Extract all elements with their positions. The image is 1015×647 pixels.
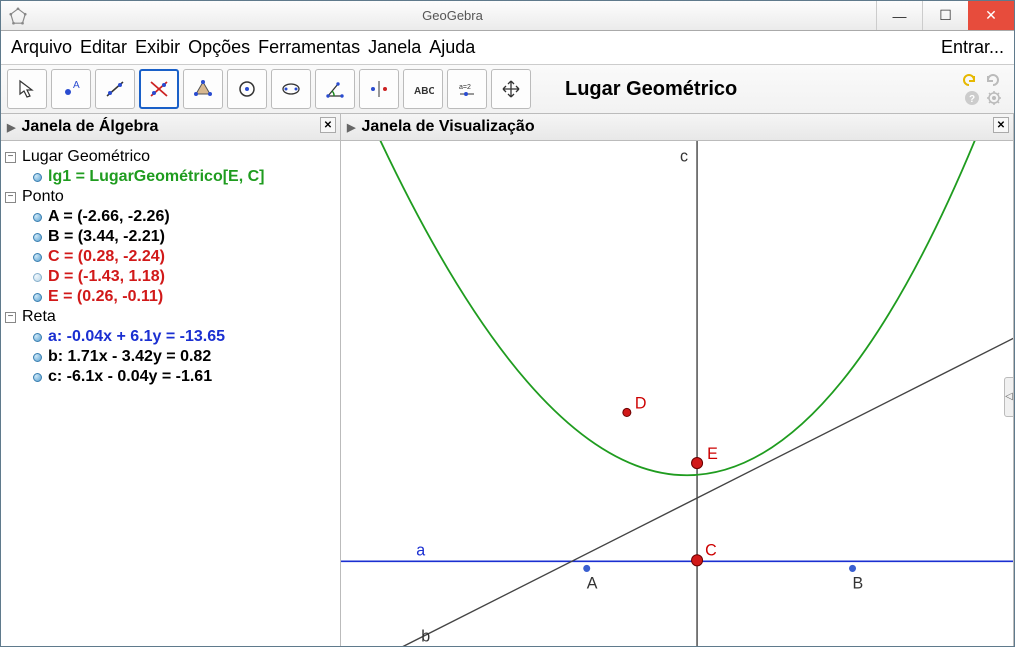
window-buttons: — ☐ ✕ bbox=[876, 1, 1014, 30]
item-c[interactable]: c: -6.1x - 0.04y = -1.61 bbox=[5, 367, 336, 387]
tool-move-view[interactable] bbox=[491, 69, 531, 109]
close-button[interactable]: ✕ bbox=[968, 1, 1014, 30]
item-E[interactable]: E = (0.26, -0.11) bbox=[5, 287, 336, 307]
menu-help[interactable]: Ajuda bbox=[429, 37, 475, 58]
window-title: GeoGebra bbox=[29, 8, 876, 23]
label-C: C bbox=[705, 541, 717, 559]
settings-icon[interactable] bbox=[986, 90, 1002, 106]
side-handle[interactable]: ◁ bbox=[1004, 377, 1014, 417]
tool-special-line[interactable] bbox=[139, 69, 179, 109]
algebra-panel-header: ▶ Janela de Álgebra ✕ bbox=[1, 114, 340, 141]
menu-options[interactable]: Opções bbox=[188, 37, 250, 58]
tool-conic[interactable] bbox=[271, 69, 311, 109]
svg-text:?: ? bbox=[969, 94, 975, 105]
item-lg1[interactable]: lg1 = LugarGeométrico[E, C] bbox=[5, 167, 336, 187]
category-line[interactable]: −Reta bbox=[5, 307, 336, 327]
maximize-button[interactable]: ☐ bbox=[922, 1, 968, 30]
svg-text:a=2: a=2 bbox=[459, 84, 471, 91]
graphics-panel-title: Janela de Visualização bbox=[361, 118, 534, 136]
help-icon[interactable]: ? bbox=[964, 90, 980, 106]
category-locus[interactable]: −Lugar Geométrico bbox=[5, 147, 336, 167]
label-b: b bbox=[421, 627, 430, 645]
redo-icon[interactable] bbox=[984, 72, 1002, 88]
item-b[interactable]: b: 1.71x - 3.42y = 0.82 bbox=[5, 347, 336, 367]
graphics-view[interactable]: A B C D E a b c ◁ bbox=[341, 141, 1013, 646]
caret-icon[interactable]: ▶ bbox=[7, 121, 15, 134]
menu-view[interactable]: Exibir bbox=[135, 37, 180, 58]
minimize-button[interactable]: — bbox=[876, 1, 922, 30]
tool-angle[interactable] bbox=[315, 69, 355, 109]
tool-slider[interactable]: a=2 bbox=[447, 69, 487, 109]
svg-text:A: A bbox=[73, 80, 80, 91]
graphics-panel: ▶ Janela de Visualização ✕ A bbox=[341, 114, 1014, 646]
tool-line[interactable] bbox=[95, 69, 135, 109]
tool-polygon[interactable] bbox=[183, 69, 223, 109]
item-C[interactable]: C = (0.28, -2.24) bbox=[5, 247, 336, 267]
caret-icon[interactable]: ▶ bbox=[347, 121, 355, 134]
menu-file[interactable]: Arquivo bbox=[11, 37, 72, 58]
undo-icon[interactable] bbox=[960, 72, 978, 88]
tool-circle[interactable] bbox=[227, 69, 267, 109]
panel-close-button[interactable]: ✕ bbox=[320, 117, 336, 133]
item-D[interactable]: D = (-1.43, 1.18) bbox=[5, 267, 336, 287]
svg-text:ABC: ABC bbox=[414, 86, 434, 97]
algebra-panel-title: Janela de Álgebra bbox=[21, 118, 158, 136]
label-E: E bbox=[707, 445, 718, 463]
menu-edit[interactable]: Editar bbox=[80, 37, 127, 58]
tool-move[interactable] bbox=[7, 69, 47, 109]
item-B[interactable]: B = (3.44, -2.21) bbox=[5, 227, 336, 247]
tool-name-label: Lugar Geométrico bbox=[565, 78, 737, 101]
toolbar-extra: ? bbox=[960, 72, 1002, 106]
category-point[interactable]: −Ponto bbox=[5, 187, 336, 207]
label-A: A bbox=[587, 575, 598, 593]
label-B: B bbox=[853, 575, 864, 593]
toolbar: A ABC a=2 Lugar Geométrico ? bbox=[1, 65, 1014, 114]
titlebar: GeoGebra — ☐ ✕ bbox=[1, 1, 1014, 31]
menu-tools[interactable]: Ferramentas bbox=[258, 37, 360, 58]
graphics-panel-header: ▶ Janela de Visualização ✕ bbox=[341, 114, 1013, 141]
item-A[interactable]: A = (-2.66, -2.26) bbox=[5, 207, 336, 227]
panels: ▶ Janela de Álgebra ✕ −Lugar Geométrico … bbox=[1, 114, 1014, 646]
label-D: D bbox=[635, 394, 647, 412]
app-logo bbox=[7, 5, 29, 27]
panel-close-button[interactable]: ✕ bbox=[993, 117, 1009, 133]
menubar: Arquivo Editar Exibir Opções Ferramentas… bbox=[1, 31, 1014, 65]
item-a[interactable]: a: -0.04x + 6.1y = -13.65 bbox=[5, 327, 336, 347]
algebra-panel: ▶ Janela de Álgebra ✕ −Lugar Geométrico … bbox=[1, 114, 341, 646]
menu-window[interactable]: Janela bbox=[368, 37, 421, 58]
tool-point[interactable]: A bbox=[51, 69, 91, 109]
label-a: a bbox=[416, 541, 425, 559]
tool-text[interactable]: ABC bbox=[403, 69, 443, 109]
menu-login[interactable]: Entrar... bbox=[941, 37, 1004, 58]
algebra-tree[interactable]: −Lugar Geométrico lg1 = LugarGeométrico[… bbox=[1, 141, 340, 646]
tool-reflect[interactable] bbox=[359, 69, 399, 109]
label-c: c bbox=[680, 147, 688, 165]
